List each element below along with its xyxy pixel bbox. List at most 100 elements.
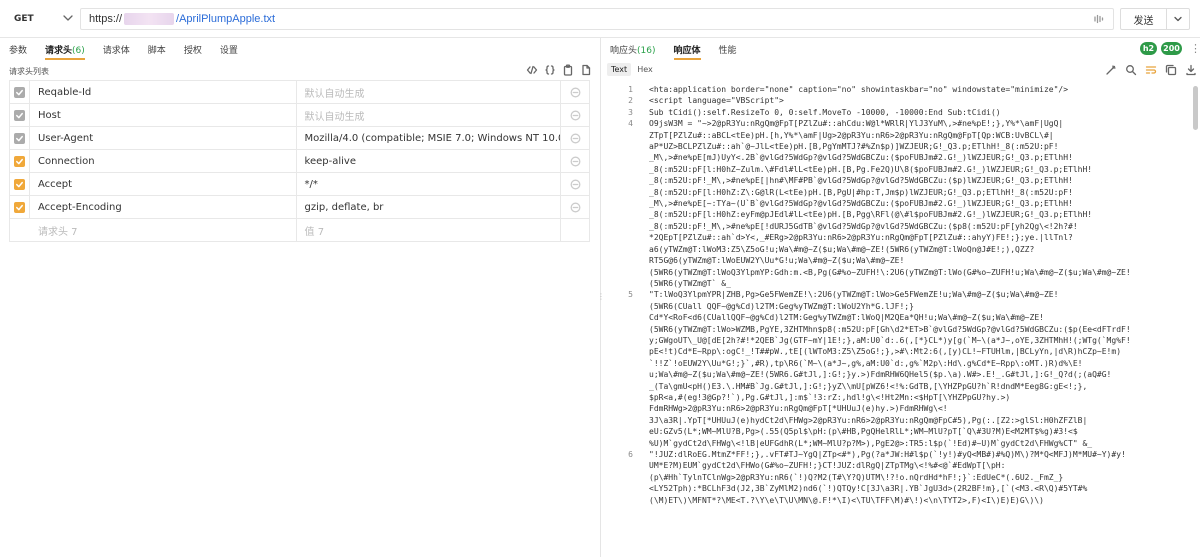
header-enable-checkbox[interactable] xyxy=(13,132,25,144)
code-line: _8(:m52U:pF[l:H0hZ:eyFm@pJEdl#lL<tEe)pH.… xyxy=(601,209,1191,220)
code-text: UM*E?M)EUM`gydCt2d\FHWo(G#%o~ZUFH!;}CT!J… xyxy=(649,461,1006,471)
header-enable-checkbox[interactable] xyxy=(13,178,25,190)
code-line: _M\,>#ne%pE[~:TYa~(U`B`@vlGd?5WdGp?@vlGd… xyxy=(601,198,1191,209)
tab-script[interactable]: 脚本 xyxy=(139,38,175,60)
code-line: 1 <hta:application border="none" caption=… xyxy=(601,84,1191,95)
headers-table: Reqable-Id 默认自动生成 Host 默认自动生成 User-Agent… xyxy=(9,80,591,242)
header-value-cell[interactable]: keep-alive xyxy=(297,150,562,172)
wrap-lines-icon[interactable] xyxy=(1145,64,1157,76)
code-text: _8(:m52U:pF[l:H0hZ:Z\:G@lR(L<tEe)pH.[B,P… xyxy=(649,187,1073,197)
check-icon xyxy=(16,158,23,164)
header-enable-checkbox[interactable] xyxy=(13,109,25,121)
table-row: Reqable-Id 默认自动生成 xyxy=(10,81,591,104)
line-number xyxy=(601,415,641,426)
new-header-value-input[interactable]: 值 7 xyxy=(297,219,562,241)
header-key[interactable]: Accept xyxy=(30,173,297,195)
send-button[interactable]: 发送 xyxy=(1121,9,1167,29)
response-body-code[interactable]: 1 <hta:application border="none" caption=… xyxy=(601,84,1191,557)
header-key[interactable]: Connection xyxy=(30,150,297,172)
copy-icon[interactable] xyxy=(1165,64,1177,76)
request-panel: 参数 请求头(6) 请求体 脚本 授权 设置 请求头列表 Reqable-Id … xyxy=(0,38,600,557)
line-number xyxy=(601,483,641,494)
code-text: _8(:m52U:pF[l:H0hZ:eyFm@pJEdl#lL<tEe)pH.… xyxy=(649,210,1093,220)
chevron-down-icon xyxy=(63,15,73,21)
headers-toolbar xyxy=(526,64,592,76)
header-enable-checkbox[interactable] xyxy=(13,155,25,167)
code-line: FdmRHWg>2@pR3Yu:nR6>2@pR3Yu:nRgQm@FpT[*U… xyxy=(601,403,1191,414)
braces-icon[interactable] xyxy=(544,64,556,76)
line-number xyxy=(601,381,641,392)
line-number xyxy=(601,244,641,255)
code-line: UM*E?M)EUM`gydCt2d\FHWo(G#%o~ZUFH!;}CT!J… xyxy=(601,460,1191,471)
download-icon[interactable] xyxy=(1185,64,1197,76)
header-key[interactable]: User-Agent xyxy=(30,127,297,149)
code-text: <LY52Tph):*BCLhF3d(J2,3B`ZyMlM2)nd6(`!)Q… xyxy=(649,484,1088,494)
tab-auth[interactable]: 授权 xyxy=(175,38,211,60)
url-prefix: https:// xyxy=(89,13,123,25)
code-text: aP*UZ>BCLPZlZu#::ah`@~JlL<tEe)pH.[B,PgYm… xyxy=(649,142,1059,152)
send-options-button[interactable] xyxy=(1167,13,1189,25)
new-header-row: 请求头 7 值 7 xyxy=(10,219,591,242)
tab-params[interactable]: 参数 xyxy=(0,38,36,60)
view-mode-hex[interactable]: Hex xyxy=(633,63,657,76)
tab-settings[interactable]: 设置 xyxy=(211,38,247,60)
header-value: keep-alive xyxy=(304,155,356,167)
tab-headers[interactable]: 请求头(6) xyxy=(36,38,94,60)
header-key[interactable]: Accept-Encoding xyxy=(30,196,297,218)
document-icon[interactable] xyxy=(580,64,592,76)
code-line: `!!Z`!oEUW2Y\Uu*G!;}`,#R),tp\R6(`M~\(a*J… xyxy=(601,358,1191,369)
code-line: _8(:m52U:pF[l:H0hZ:Z\:G@lR(L<tEe)pH.[B,P… xyxy=(601,187,1191,198)
header-value-cell[interactable]: 默认自动生成 xyxy=(297,104,562,126)
line-number xyxy=(601,460,641,471)
header-key[interactable]: Reqable-Id xyxy=(30,81,297,103)
view-mode-text[interactable]: Text xyxy=(607,63,632,76)
header-value-cell[interactable]: */* xyxy=(297,173,562,195)
line-number xyxy=(601,495,641,506)
code-text: _8(:m52U:pF!_M\,>#ne%pE[!dURJ5GdTB`@vlGd… xyxy=(649,221,1078,231)
remove-circle-icon[interactable] xyxy=(570,179,581,190)
remove-circle-icon[interactable] xyxy=(570,133,581,144)
code-text: (5WR6(yTWZm@T` &_ xyxy=(649,278,731,288)
waveform-icon[interactable] xyxy=(1093,13,1105,25)
header-value-cell[interactable]: gzip, deflate, br xyxy=(297,196,562,218)
code-icon[interactable] xyxy=(526,64,538,76)
line-number xyxy=(601,403,641,414)
line-number: 5 xyxy=(628,290,633,300)
status-code-badge: 200 xyxy=(1161,42,1182,55)
table-row: Accept */* xyxy=(10,173,591,196)
remove-circle-icon[interactable] xyxy=(570,87,581,98)
url-input[interactable]: https:// /AprilPlumpApple.txt xyxy=(80,8,1114,30)
magic-wand-icon[interactable] xyxy=(1105,64,1117,76)
line-number xyxy=(601,335,641,346)
code-line: 6 "!JUZ:dlRoEG.MtmZ*FF!;},.vFT#TJ~YgQ|ZTp… xyxy=(601,449,1191,460)
header-key[interactable]: Host xyxy=(30,104,297,126)
header-value-cell[interactable]: 默认自动生成 xyxy=(297,81,562,103)
code-text: "!JUZ:dlRoEG.MtmZ*FF!;},.vFT#TJ~YgQ|ZTp<… xyxy=(649,450,1126,459)
code-line: ZTpT[PZlZu#::aBCL<tEe)pH.[h,Y%*\amF|Ug>2… xyxy=(601,130,1191,141)
scrollbar[interactable] xyxy=(1193,86,1198,130)
tab-performance[interactable]: 性能 xyxy=(710,38,746,60)
tab-response-headers[interactable]: 响应头(16) xyxy=(601,38,665,60)
code-text: a6(yTWZm@T:lWoM3:Z5\Z5oG!u;Wa\#m@~Z($u;W… xyxy=(649,244,1035,254)
code-text: *2QEpT[PZlZu#::ah`d>Y<,_#ERg>2@pR3Yu:nR6… xyxy=(649,233,1073,243)
response-panel: 响应头(16) 响应体 性能 h2 200 ⋮ Text Hex 1 <hta:a… xyxy=(601,38,1200,557)
paste-icon[interactable] xyxy=(562,64,574,76)
code-text: y;GWgoUT\_U@[dE[2h?#!*2QEB`Jg(GTF~mY|1E!… xyxy=(649,335,1131,345)
remove-circle-icon[interactable] xyxy=(570,156,581,167)
header-enable-checkbox[interactable] xyxy=(13,201,25,213)
method-select[interactable]: GET xyxy=(6,8,79,30)
line-number: 6 xyxy=(628,450,633,459)
remove-circle-icon[interactable] xyxy=(570,110,581,121)
header-value: 默认自动生成 xyxy=(304,88,365,100)
code-text: _M\,>#ne%pE[mJ)UyY<.2B`@vlGd?5WdGp?@vlGd… xyxy=(649,153,1073,163)
header-value-cell[interactable]: Mozilla/4.0 (compatible; MSIE 7.0; Windo… xyxy=(297,127,562,149)
new-header-key-input[interactable]: 请求头 7 xyxy=(10,219,297,241)
remove-circle-icon[interactable] xyxy=(570,202,581,213)
code-line: 3J\a3R|.YpT[*UHUuJ(e)hydCt2d\FHWg>2@pR3Y… xyxy=(601,415,1191,426)
tab-body[interactable]: 请求体 xyxy=(94,38,139,60)
tab-response-body[interactable]: 响应体 xyxy=(665,38,710,60)
line-number xyxy=(601,438,641,449)
more-icon[interactable]: ⋮ xyxy=(1190,42,1200,55)
header-enable-checkbox[interactable] xyxy=(13,86,25,98)
search-icon[interactable] xyxy=(1125,64,1137,76)
